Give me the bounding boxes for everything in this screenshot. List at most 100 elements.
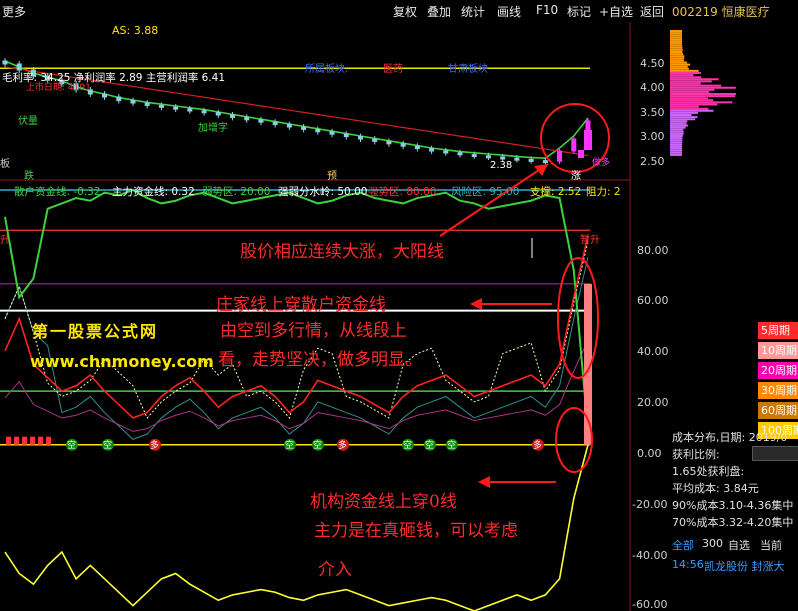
ind-tick-40: 40.00 — [637, 345, 669, 358]
price-tick-400: 4.00 — [640, 81, 665, 94]
legend-period-1[interactable]: 10周期 — [758, 342, 798, 359]
tab-current[interactable]: 当前 — [760, 537, 782, 553]
price-candle — [230, 114, 236, 118]
price-candle — [372, 138, 378, 142]
price-candle — [443, 150, 449, 154]
ind-qiangshi: 强势区: 80.00 — [368, 186, 437, 198]
price-candle — [215, 112, 221, 116]
annotation-2: 庄家线上穿散户资金线 — [216, 295, 386, 315]
lower-right-label: 暂升 — [580, 235, 600, 246]
price-candle — [357, 136, 363, 140]
price-candle — [187, 108, 193, 112]
ind-sanhu: 散户资金线: -0.32 — [14, 186, 101, 198]
cost-distribution-panel: 5周期10周期20周期30周期60周期100周期 成本分布,日期: 2019/0… — [668, 22, 798, 611]
annotation-4: 看，走势坚决，做多明显。 — [218, 350, 422, 370]
legend-period-3[interactable]: 30周期 — [758, 382, 798, 399]
ind-fenshuiling: 强弱分水岭: 50.00 — [278, 186, 368, 198]
signal-marker-label: 空 — [313, 440, 323, 451]
board-2: 甘肃板块 — [448, 64, 488, 75]
price-candle — [258, 119, 264, 123]
tab-watchlist[interactable]: 自选 — [728, 537, 750, 553]
price-candle — [173, 106, 179, 110]
price-candle — [542, 160, 548, 164]
price-candle — [457, 152, 463, 156]
price-candle — [329, 131, 335, 135]
ticker-text: 凯龙股份 封涨大 — [704, 560, 785, 573]
ind-zhicheng: 支撑: 2.52 — [530, 186, 582, 198]
price-candle — [500, 156, 506, 160]
ind-tick-m20: -20.00 — [632, 498, 668, 511]
die-label: 跌 — [24, 171, 34, 182]
board-label: 所属板块: — [305, 64, 349, 75]
ind-tick-m60: -60.00 — [632, 598, 668, 611]
price-tick-350: 3.50 — [640, 106, 665, 119]
ind-fengxian: 风险区: 95.00 — [451, 186, 520, 198]
legend-period-4[interactable]: 60周期 — [758, 402, 798, 419]
tab-300[interactable]: 300 — [702, 537, 723, 550]
price-candle — [485, 155, 491, 159]
signal-marker-label: 空 — [403, 440, 413, 451]
list-date-label: 上市日期: 4191 — [26, 83, 91, 93]
ind-tick-0: 0.00 — [637, 447, 662, 460]
arrow-3-head — [478, 476, 490, 488]
price-candle — [343, 133, 349, 138]
watermark-title: 第一股票公式网 — [32, 322, 159, 341]
annotation-3: 由空到多行情，从线段上 — [220, 321, 407, 341]
price-candle — [557, 150, 563, 162]
breakout-candle — [584, 130, 592, 150]
signal-marker-label: 多 — [533, 440, 543, 451]
profit-ratio-bar — [752, 446, 798, 461]
legend-period-0[interactable]: 5周期 — [758, 322, 798, 339]
ind-tick-20: 20.00 — [637, 396, 669, 409]
ind-tick-m40: -40.00 — [632, 549, 668, 562]
price-candle — [301, 126, 307, 130]
signal-marker-label: 空 — [425, 440, 435, 451]
legend-period-2[interactable]: 20周期 — [758, 362, 798, 379]
signal-marker-label: 空 — [285, 440, 295, 451]
signal-marker-label: 多 — [150, 440, 160, 451]
jiazhi-label: 加增字 — [198, 123, 228, 134]
board-1: 医药 — [383, 64, 403, 75]
price-tick-450: 4.50 — [640, 57, 665, 70]
small-volume-bar — [22, 436, 27, 445]
ind-zuli: 阻力: 2 — [586, 186, 621, 198]
info-70-cost: 70%成本3.32-4.20集中 — [672, 516, 794, 529]
ind-ruoshi: 弱势区: 20.00 — [202, 186, 271, 198]
small-volume-bar — [38, 436, 43, 445]
arrow-1-head — [534, 164, 548, 176]
signal-marker-label: 空 — [447, 440, 457, 451]
price-candle — [286, 124, 292, 128]
annotation-6: 主力是在真砸钱，可以考虑 — [314, 521, 518, 541]
info-profit-ratio: 获利比例: — [672, 448, 720, 461]
ind-tick-80: 80.00 — [637, 244, 669, 257]
price-candle — [244, 116, 250, 121]
arrow-2-head — [470, 298, 482, 310]
price-candle — [528, 158, 534, 162]
signal-marker-label: 多 — [338, 440, 348, 451]
lower-left-label: 升 — [0, 235, 10, 246]
small-volume-bar — [30, 436, 35, 445]
zhang-label: 涨 — [571, 171, 581, 182]
zuoduo-label: 做多 — [592, 158, 611, 168]
price-candle — [201, 110, 207, 114]
price-tick-300: 3.00 — [640, 130, 665, 143]
ban-label: 板 — [0, 159, 10, 170]
info-profit-at: 1.65处获利盘: — [672, 465, 745, 478]
fuliang-label: 伏量 — [18, 116, 38, 127]
price-candle — [514, 157, 520, 161]
price-candle — [471, 154, 477, 158]
price-candle — [130, 100, 136, 104]
price-candle — [414, 145, 420, 150]
small-volume-bar — [6, 436, 11, 445]
breakout-candle-small — [578, 150, 584, 158]
ticker-time: 14:56 — [672, 558, 704, 571]
price-candle — [158, 104, 164, 108]
yu-label: 预 — [327, 171, 337, 182]
ind-zhuli: 主力资金线: 0.32 — [112, 186, 195, 198]
price-candle — [400, 143, 406, 147]
tab-all[interactable]: 全部 — [672, 537, 694, 553]
price-candle — [429, 148, 435, 152]
small-volume-bar — [46, 436, 51, 445]
ind-tick-60: 60.00 — [637, 294, 669, 307]
price-candle — [116, 96, 122, 102]
